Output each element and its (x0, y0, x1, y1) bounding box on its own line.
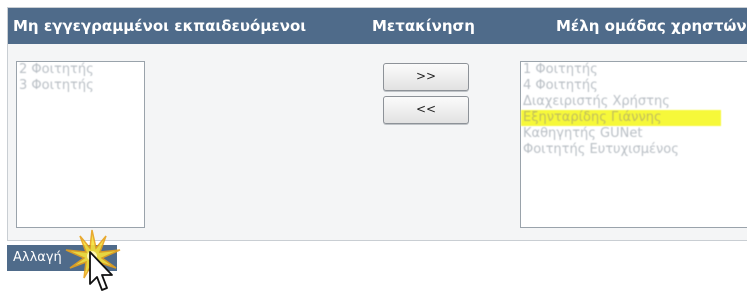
unregistered-header: Μη εγγεγραμμένοι εκπαιδευόμενοι (13, 17, 307, 35)
members-header: Μέλη ομάδας χρηστών (556, 17, 747, 35)
list-item[interactable]: Φοιτητής Ευτυχισμένος (521, 142, 747, 158)
list-item[interactable]: 4 Φοιτητής (521, 78, 747, 94)
unregistered-students-list[interactable]: 2 Φοιτητής 3 Φοιτητής (16, 61, 145, 228)
remove-from-group-button[interactable]: << (383, 96, 469, 124)
list-item[interactable]: 2 Φοιτητής (17, 62, 144, 78)
list-item[interactable]: 3 Φοιτητής (17, 78, 144, 94)
list-item-selected[interactable]: Εξηνταρίδης Γιάννης (521, 110, 721, 126)
move-header: Μετακίνηση (372, 17, 475, 35)
list-item[interactable]: Διαχειριστής Χρήστης (521, 94, 747, 110)
click-cursor-icon (65, 229, 121, 291)
table-header: Μη εγγεγραμμένοι εκπαιδευόμενοι Μετακίνη… (8, 8, 747, 44)
add-to-group-button[interactable]: >> (383, 63, 469, 91)
list-item[interactable]: Καθηγητής GUNet (521, 126, 747, 142)
list-item[interactable]: 1 Φοιτητής (521, 62, 747, 78)
group-members-list[interactable]: 1 Φοιτητής 4 Φοιτητής Διαχειριστής Χρήστ… (520, 61, 747, 228)
